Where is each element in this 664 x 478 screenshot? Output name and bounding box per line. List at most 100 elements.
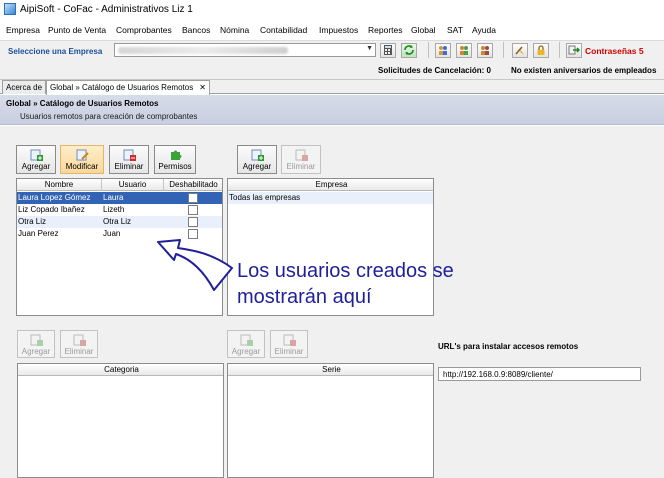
permisos-label: Permisos	[158, 162, 192, 171]
url-field[interactable]: http://192.168.0.9:8089/cliente/	[438, 367, 641, 381]
page-title: Global » Catálogo de Usuarios Remotos	[6, 99, 159, 108]
column-nombre[interactable]: Nombre	[17, 179, 102, 191]
table-row[interactable]: Laura Lopez Gómez Laura	[17, 192, 222, 204]
table-row[interactable]: Otra Liz Otra Liz	[17, 216, 222, 228]
menu-reportes[interactable]: Reportes	[368, 25, 403, 35]
delete-icon	[283, 334, 296, 346]
table-row[interactable]: Liz Copado Ibañez Lizeth	[17, 204, 222, 216]
eliminar-empresa-button[interactable]: Eliminar	[281, 145, 321, 174]
toolbar-separator	[559, 42, 560, 58]
menu-comprobantes[interactable]: Comprobantes	[116, 25, 172, 35]
broom-icon[interactable]	[512, 43, 528, 58]
column-deshabilitado[interactable]: Deshabilitado	[164, 179, 222, 191]
grid-header: Categoria	[18, 364, 223, 376]
agregar-empresa-button[interactable]: Agregar	[237, 145, 277, 174]
eliminar-usuario-button[interactable]: Eliminar	[109, 145, 149, 174]
eliminar-serie-button[interactable]: Eliminar	[270, 330, 308, 358]
agregar-serie-button[interactable]: Agregar	[227, 330, 265, 358]
table-row[interactable]: Todas las empresas	[228, 192, 433, 204]
solicitudes-status: Solicitudes de Cancelación: 0	[378, 66, 491, 75]
toolbar-separator	[428, 42, 429, 58]
menu-global[interactable]: Global	[411, 25, 436, 35]
tab-catalogo-usuarios-remotos[interactable]: Global » Catálogo de Usuarios Remotos ✕	[46, 80, 210, 95]
menu-bar: Empresa Punto de Venta Comprobantes Banc…	[0, 22, 664, 38]
aniversarios-status: No existen aniversarios de empleados	[511, 66, 657, 75]
cell-nombre: Laura Lopez Gómez	[18, 193, 91, 202]
delete-icon	[73, 334, 86, 346]
agregar-label: Agregar	[231, 347, 261, 356]
callout-text: Los usuarios creados se mostrarán aquí	[237, 258, 537, 310]
urls-label: URL's para instalar accesos remotos	[438, 342, 579, 351]
modificar-usuario-button[interactable]: Modificar	[60, 145, 104, 174]
eliminar-label: Eliminar	[286, 162, 316, 171]
close-icon[interactable]: ✕	[199, 83, 206, 92]
cell-nombre: Otra Liz	[18, 217, 47, 226]
calculator-icon[interactable]	[380, 43, 396, 58]
column-serie[interactable]: Serie	[228, 364, 433, 376]
add-icon	[30, 334, 43, 346]
eliminar-label: Eliminar	[64, 347, 94, 356]
callout-line-2: mostrarán aquí	[237, 286, 372, 308]
delete-icon	[123, 149, 136, 161]
cell-usuario: Otra Liz	[103, 217, 132, 226]
menu-nomina[interactable]: Nómina	[220, 25, 249, 35]
menu-impuestos[interactable]: Impuestos	[319, 25, 358, 35]
exit-icon[interactable]	[566, 43, 582, 58]
menu-contabilidad[interactable]: Contabilidad	[260, 25, 307, 35]
grid-header: Nombre Usuario Deshabilitado	[17, 179, 222, 191]
tab-acerca-de[interactable]: Acerca de	[2, 80, 47, 94]
agregar-label: Agregar	[242, 162, 272, 171]
column-usuario[interactable]: Usuario	[102, 179, 164, 191]
callout-line-1: Los usuarios creados se	[237, 260, 454, 282]
user-group-icon-1[interactable]	[435, 43, 451, 58]
add-icon	[251, 149, 264, 161]
deshabilitado-checkbox[interactable]	[188, 193, 198, 203]
agregar-usuario-button[interactable]: Agregar	[16, 145, 56, 174]
agregar-categoria-button[interactable]: Agregar	[17, 330, 55, 358]
add-icon	[240, 334, 253, 346]
delete-icon	[295, 149, 308, 161]
user-group-icon-2[interactable]	[456, 43, 472, 58]
cell-empresa: Todas las empresas	[229, 193, 301, 202]
eliminar-categoria-button[interactable]: Eliminar	[60, 330, 98, 358]
column-empresa[interactable]: Empresa	[228, 179, 433, 191]
chevron-down-icon[interactable]: ▼	[366, 45, 373, 52]
eliminar-label: Eliminar	[274, 347, 304, 356]
cell-nombre: Juan Perez	[18, 229, 59, 238]
cell-nombre: Liz Copado Ibañez	[18, 205, 85, 214]
grid-header: Empresa	[228, 179, 433, 191]
empresa-value-redacted	[118, 47, 288, 54]
empresa-label: Seleccione una Empresa	[8, 47, 103, 56]
cell-usuario: Laura	[103, 193, 124, 202]
menu-bancos[interactable]: Bancos	[182, 25, 210, 35]
empresa-select[interactable]: ▼	[114, 43, 376, 57]
agregar-label: Agregar	[21, 162, 51, 171]
permisos-button[interactable]: Permisos	[154, 145, 196, 174]
add-icon	[30, 149, 43, 161]
modificar-label: Modificar	[65, 162, 99, 171]
agregar-label: Agregar	[21, 347, 51, 356]
refresh-icon[interactable]	[401, 43, 417, 58]
edit-icon	[76, 149, 89, 161]
lock-icon[interactable]	[533, 43, 549, 58]
menu-sat[interactable]: SAT	[447, 25, 463, 35]
serie-grid[interactable]: Serie	[227, 363, 434, 478]
page-subtitle: Usuarios remotos para creación de compro…	[20, 112, 198, 121]
menu-punto-de-venta[interactable]: Punto de Venta	[48, 25, 106, 35]
contrasenas-link[interactable]: Contraseñas 5	[585, 46, 644, 56]
categoria-grid[interactable]: Categoria	[17, 363, 224, 478]
deshabilitado-checkbox[interactable]	[188, 205, 198, 215]
window-title: AipiSoft - CoFac - Administrativos Liz 1	[20, 4, 193, 15]
tab-label: Global » Catálogo de Usuarios Remotos	[50, 83, 194, 92]
puzzle-icon	[169, 149, 182, 161]
column-categoria[interactable]: Categoria	[18, 364, 223, 376]
grid-header: Serie	[228, 364, 433, 376]
menu-empresa[interactable]: Empresa	[6, 25, 40, 35]
app-icon	[4, 3, 16, 15]
user-group-icon-3[interactable]	[477, 43, 493, 58]
deshabilitado-checkbox[interactable]	[188, 217, 198, 227]
eliminar-label: Eliminar	[114, 162, 144, 171]
toolbar-separator	[503, 42, 504, 58]
menu-ayuda[interactable]: Ayuda	[472, 25, 496, 35]
tab-label: Acerca de	[6, 83, 43, 92]
